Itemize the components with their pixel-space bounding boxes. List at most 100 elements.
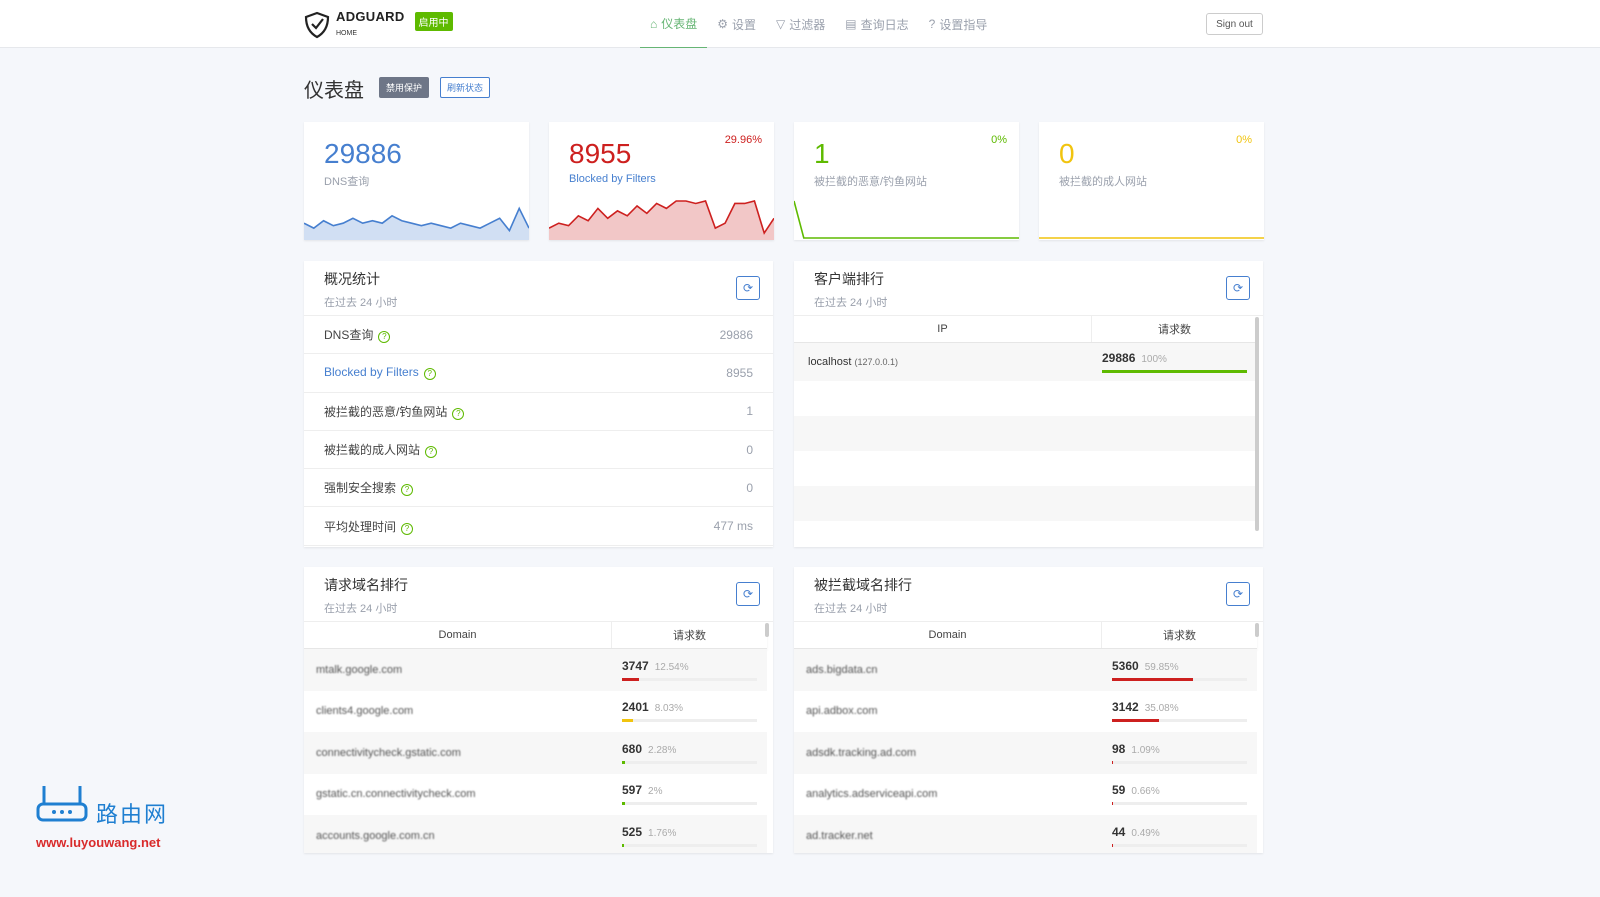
scrollbar[interactable] <box>1255 317 1259 531</box>
domain-name[interactable]: ad.tracker.net <box>794 830 1102 842</box>
stat-row: 被拦截的成人网站? 0 <box>304 431 773 470</box>
count: 29886 <box>1102 351 1136 365</box>
table-row: api.adbox.com 3142 35.08% <box>794 691 1257 733</box>
watermark-name: 路由网 <box>96 802 169 827</box>
stat-row: 平均处理时间? 477 ms <box>304 507 773 546</box>
stat-value: 1 <box>814 138 830 169</box>
sparkline <box>304 206 529 240</box>
brand-sub: HOME <box>336 30 357 37</box>
count: 525 <box>622 824 643 839</box>
percent: 12.54% <box>654 661 689 673</box>
count: 3142 <box>1112 700 1139 715</box>
watermark-url: www.luyouwang.net <box>36 835 161 850</box>
stat-label: Blocked by Filters <box>569 173 656 185</box>
stat-card: 0 被拦截的成人网站 0% <box>1039 122 1264 240</box>
column-header-count[interactable]: 请求数 <box>1102 622 1257 648</box>
stat-value: 8955 <box>569 138 632 169</box>
count: 44 <box>1112 824 1126 839</box>
help-icon[interactable]: ? <box>401 484 414 497</box>
column-header-domain[interactable]: Domain <box>304 622 612 648</box>
percent: 1.09% <box>1131 744 1160 756</box>
stat-row: 强制安全搜索? 0 <box>304 469 773 508</box>
domain-name[interactable]: clients4.google.com <box>304 705 612 717</box>
count: 3747 <box>622 658 649 673</box>
stat-row-label[interactable]: Blocked by Filters <box>324 365 419 379</box>
watermark-logo: 路由网 www.luyouwang.net <box>36 784 168 850</box>
refresh-status-button[interactable]: 刷新状态 <box>440 77 491 98</box>
nav-label: 查询日志 <box>860 17 909 32</box>
refresh-icon[interactable]: ⟳ <box>1226 582 1250 606</box>
sign-out-button[interactable]: Sign out <box>1206 13 1263 35</box>
domain-name[interactable]: mtalk.google.com <box>304 664 612 676</box>
nav-item[interactable]: ▤ 查询日志 <box>835 0 918 48</box>
document-icon: ▤ <box>845 17 857 31</box>
progress-bar <box>1112 719 1247 723</box>
progress-bar <box>622 802 757 806</box>
domain-name[interactable]: adsdk.tracking.ad.com <box>794 747 1102 759</box>
scrollbar[interactable] <box>765 623 769 637</box>
table-row: adsdk.tracking.ad.com 98 1.09% <box>794 732 1257 774</box>
sparkline-area <box>549 201 774 240</box>
page-title: 仪表盘 <box>304 80 364 102</box>
percent: 100% <box>1141 354 1167 365</box>
scrollbar[interactable] <box>1255 623 1259 637</box>
clients-panel: 客户端排行 在过去 24 小时 ⟳ IP 请求数 localhost (127.0.0… <box>794 261 1263 547</box>
nav-label: 设置 <box>732 17 757 32</box>
count: 2401 <box>622 700 649 715</box>
nav-item[interactable]: ⌂ 仪表盘 <box>640 0 708 48</box>
home-icon: ⌂ <box>650 16 658 31</box>
adguard-logo[interactable]: ADGUARD HOME 启用中 <box>304 10 453 39</box>
help-icon[interactable]: ? <box>378 331 391 344</box>
panel-subtitle: 在过去 24 小时 <box>324 603 398 615</box>
help-icon: ? <box>928 17 936 31</box>
refresh-icon[interactable]: ⟳ <box>1226 276 1250 300</box>
panel-title: 被拦截域名排行 <box>814 577 912 593</box>
shield-check-icon <box>304 11 330 38</box>
progress-bar <box>622 719 757 723</box>
table-row: localhost (127.0.0.1) 29886 100% <box>794 343 1257 381</box>
domain-name[interactable]: accounts.google.com.cn <box>304 830 612 842</box>
disable-protection-button[interactable]: 禁用保护 <box>379 77 430 98</box>
domain-name[interactable]: ads.bigdata.cn <box>794 664 1102 676</box>
column-header-count[interactable]: 请求数 <box>612 622 767 648</box>
nav-item[interactable]: ⚙ 设置 <box>707 0 766 48</box>
nav-item[interactable]: ? 设置指导 <box>919 0 998 48</box>
percent: 0.66% <box>1131 786 1160 798</box>
stat-row-label: 平均处理时间 <box>324 519 397 534</box>
help-icon[interactable]: ? <box>401 522 414 535</box>
stat-percent: 0% <box>991 134 1007 146</box>
table-row: analytics.adserviceapi.com 59 0.66% <box>794 774 1257 816</box>
sparkline <box>549 200 774 240</box>
help-icon[interactable]: ? <box>423 368 436 381</box>
help-icon[interactable]: ? <box>452 407 465 420</box>
stat-value: 0 <box>1059 138 1075 169</box>
sparkline-area <box>794 201 1019 240</box>
stat-card: 8955 Blocked by Filters 29.96% <box>549 122 774 240</box>
stat-row-label: 被拦截的恶意/钓鱼网站 <box>324 404 448 419</box>
nav-label: 仪表盘 <box>661 17 698 31</box>
panel-subtitle: 在过去 24 小时 <box>814 603 888 615</box>
nav-item[interactable]: ▽ 过滤器 <box>766 0 835 48</box>
stat-row-value: 477 ms <box>713 519 753 534</box>
progress-bar <box>622 677 757 681</box>
stat-percent: 0% <box>1236 134 1252 146</box>
stat-row-value: 1 <box>746 404 753 419</box>
domain-name[interactable]: analytics.adserviceapi.com <box>794 788 1102 800</box>
refresh-icon[interactable]: ⟳ <box>736 276 760 300</box>
table-row: gstatic.cn.connectivitycheck.com 597 2% <box>304 774 767 816</box>
stat-row: DNS查询? 29886 <box>304 316 773 355</box>
domain-name[interactable]: connectivitycheck.gstatic.com <box>304 747 612 759</box>
count: 59 <box>1112 783 1126 798</box>
top-domains-panel: 请求域名排行 在过去 24 小时 ⟳ Domain 请求数 mtalk.google.… <box>304 567 773 853</box>
sparkline-line <box>794 200 1019 239</box>
blocked-domains-panel: 被拦截域名排行在过去 24 小时 ⟳ Domain 请求数 ads.bigdata.… <box>794 567 1263 853</box>
domain-name[interactable]: api.adbox.com <box>794 705 1102 717</box>
column-header-domain[interactable]: Domain <box>794 622 1102 648</box>
overview-panel: 概况统计 在过去 24 小时 ⟳ DNS查询? 29886 Blocked by Fil… <box>304 261 773 547</box>
table-row: mtalk.google.com 3747 12.54% <box>304 649 767 691</box>
column-header-count[interactable]: 请求数 <box>1092 316 1257 342</box>
help-icon[interactable]: ? <box>425 446 438 459</box>
column-header-ip[interactable]: IP <box>794 316 1092 342</box>
refresh-icon[interactable]: ⟳ <box>736 582 760 606</box>
domain-name[interactable]: gstatic.cn.connectivitycheck.com <box>304 788 612 800</box>
